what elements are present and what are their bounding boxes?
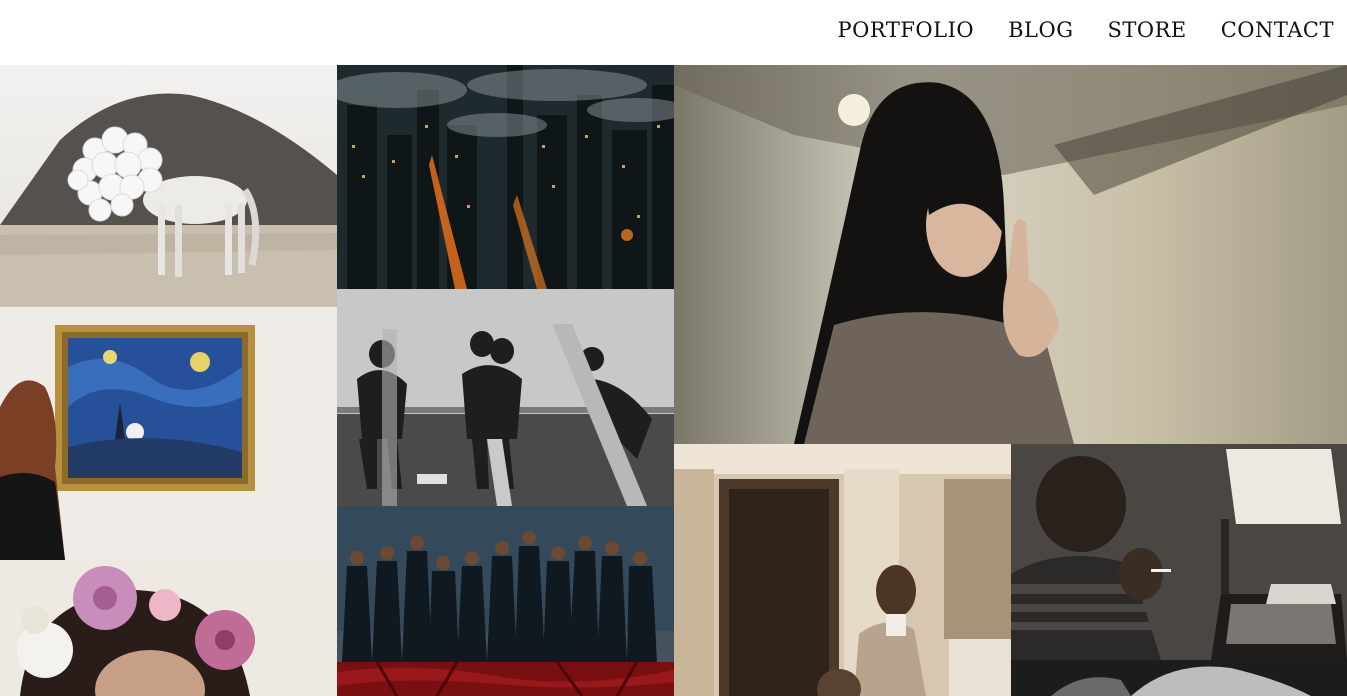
nav-contact-link[interactable]: CONTACT [1221, 18, 1334, 42]
site-header: PORTFOLIO BLOG STORE CONTACT [0, 0, 1347, 65]
gallery-image-hallway-woman[interactable] [674, 65, 1347, 444]
gallery-image-flower-crown[interactable] [0, 560, 337, 696]
main-nav: PORTFOLIO BLOG STORE CONTACT [838, 18, 1334, 42]
gallery-image-red-texture[interactable] [337, 662, 674, 696]
nav-store-link[interactable]: STORE [1107, 18, 1186, 42]
gallery-image-typewriter-man[interactable] [1011, 444, 1347, 660]
nav-portfolio-link[interactable]: PORTFOLIO [838, 18, 975, 42]
gallery-image-seesaw-couples[interactable] [337, 289, 674, 506]
gallery-image-sepia-man[interactable] [674, 444, 1011, 696]
gallery-image-city-night[interactable] [337, 65, 674, 289]
gallery-image-horse-balloons[interactable] [0, 65, 337, 307]
nav-blog-link[interactable]: BLOG [1008, 18, 1073, 42]
gallery-image-bw-portrait[interactable] [1011, 660, 1347, 696]
gallery-image-group-portrait[interactable] [337, 506, 674, 662]
gallery-image-painting-viewer[interactable] [0, 307, 337, 560]
